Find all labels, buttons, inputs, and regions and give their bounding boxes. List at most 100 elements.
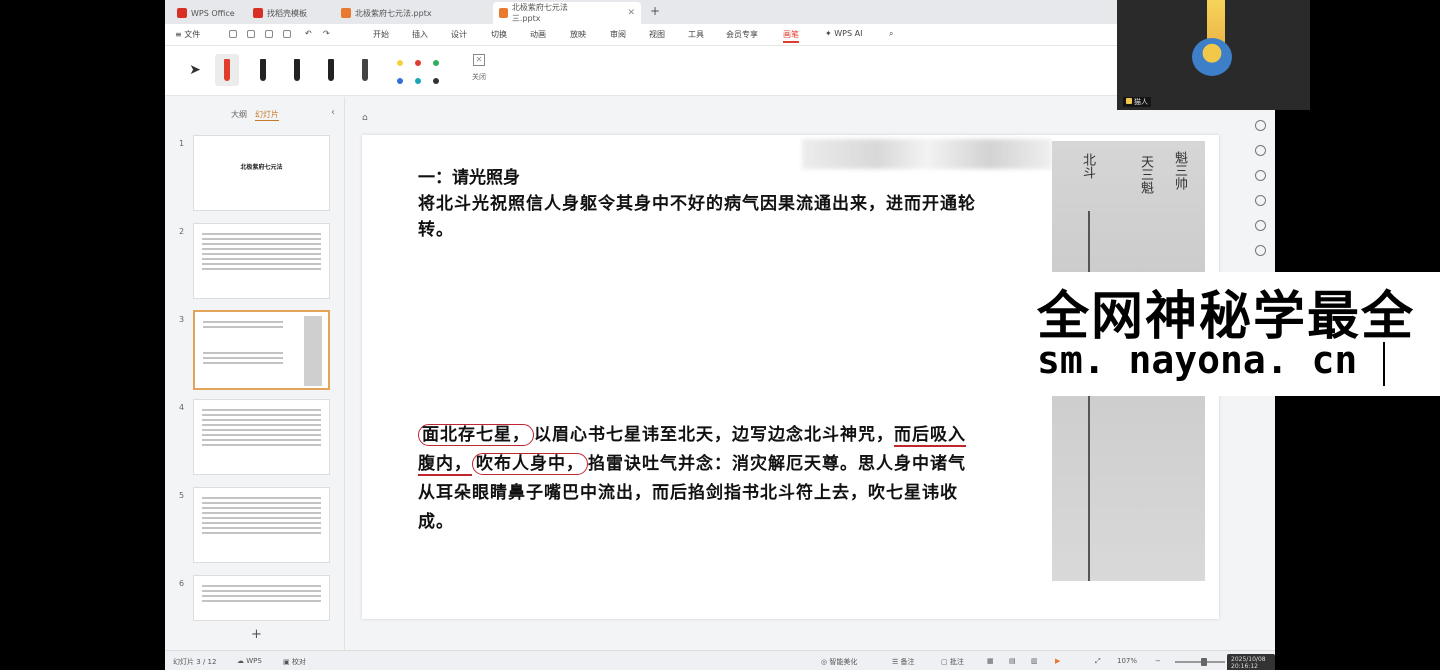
pen-tool-1[interactable] xyxy=(251,54,275,86)
pen-icon xyxy=(294,59,300,81)
fit-icon[interactable]: ⤢ xyxy=(1095,657,1101,666)
scroll-text: 北斗 xyxy=(1080,153,1095,179)
slide-heading: 一：请光照身 xyxy=(418,168,520,188)
tab-pptx-1[interactable]: 北极紫府七元法.pptx xyxy=(335,2,438,24)
marker-red-tool[interactable] xyxy=(215,54,239,86)
ink-circle-2: 吹布人身中， xyxy=(472,453,588,475)
help-icon[interactable] xyxy=(1254,220,1266,231)
menu-review[interactable]: 审阅 xyxy=(610,29,626,40)
comment-button[interactable]: ▢ 批注 xyxy=(941,657,964,667)
color-red[interactable] xyxy=(415,60,421,66)
more-icon[interactable] xyxy=(1254,245,1266,256)
blurred-title xyxy=(802,139,1052,169)
close-tab-icon[interactable]: ✕ xyxy=(627,8,635,18)
redo-icon[interactable]: ↷ xyxy=(323,29,330,38)
highlighter-icon xyxy=(362,59,368,81)
reading-view-icon[interactable]: ▥ xyxy=(1031,657,1038,665)
proofread-button[interactable]: ▣ 校对 xyxy=(283,657,306,667)
beautify-label: 智能美化 xyxy=(829,658,858,666)
pen-tool-2[interactable] xyxy=(285,54,309,86)
scroll-text: 魁三帅 xyxy=(1172,151,1187,190)
normal-view-icon[interactable]: ▦ xyxy=(987,657,994,665)
collapse-panel-icon[interactable]: ‹ xyxy=(331,107,335,118)
wps-status-label: WPS xyxy=(246,657,262,665)
slide-thumb-2[interactable] xyxy=(193,223,330,299)
menu-member[interactable]: 会员专享 xyxy=(726,29,758,40)
scroll-text: 天三魁 xyxy=(1138,155,1153,194)
copy-icon[interactable] xyxy=(1254,170,1266,181)
color-green[interactable] xyxy=(433,60,439,66)
slide-thumb-4[interactable] xyxy=(193,399,330,475)
beautify-button[interactable]: ◎ 智能美化 xyxy=(821,657,857,667)
menu-design[interactable]: 设计 xyxy=(451,29,467,40)
sorter-view-icon[interactable]: ▤ xyxy=(1009,657,1016,665)
color-blue[interactable] xyxy=(397,78,403,84)
menu-tools[interactable]: 工具 xyxy=(688,29,704,40)
menu-animation[interactable]: 动画 xyxy=(530,29,546,40)
export-icon[interactable] xyxy=(247,30,255,38)
close-pen-button[interactable]: ✕ 关闭 xyxy=(467,54,491,82)
slide-number: 1 xyxy=(179,139,185,148)
wps-status-button[interactable]: ☁ WPS xyxy=(237,657,262,665)
webcam-overlay: 猫人 xyxy=(1117,0,1310,110)
edit-icon[interactable] xyxy=(1254,195,1266,206)
zoom-slider-handle[interactable] xyxy=(1201,658,1207,666)
wps-ai-button[interactable]: ✦ WPS AI xyxy=(825,29,862,38)
slide-number: 5 xyxy=(179,491,185,500)
settings-icon[interactable] xyxy=(1254,120,1266,131)
close-icon: ✕ xyxy=(473,54,485,66)
tab-pptx-active[interactable]: 北极紫府七元法三.pptx ✕ xyxy=(493,2,641,24)
notes-button[interactable]: ☰ 备注 xyxy=(892,657,915,667)
tab-label: WPS Office xyxy=(191,8,235,18)
menu-transition[interactable]: 切换 xyxy=(491,29,507,40)
zoom-level[interactable]: 107% xyxy=(1117,657,1137,665)
save-icon[interactable] xyxy=(229,30,237,38)
slide-thumb-3-selected[interactable] xyxy=(193,310,330,390)
menu-pen[interactable]: 画笔 xyxy=(783,29,799,43)
title-bar: WPS Office 找稻壳模板 北极紫府七元法.pptx 北极紫府七元法三.p… xyxy=(165,0,1275,24)
menu-bar: ≡ 文件 ↶ ↷ 开始 插入 设计 切换 动画 放映 审阅 视图 工具 会员专享… xyxy=(165,24,1275,46)
pen-tool-3[interactable] xyxy=(319,54,343,86)
menu-insert[interactable]: 插入 xyxy=(412,29,428,40)
tab-template[interactable]: 找稻壳模板 xyxy=(247,2,313,24)
print-icon[interactable] xyxy=(265,30,273,38)
tab-label: 北极紫府七元法三.pptx xyxy=(511,3,568,23)
zoom-slider[interactable] xyxy=(1175,661,1225,663)
menu-home[interactable]: 开始 xyxy=(373,29,389,40)
template-icon xyxy=(253,8,263,18)
canvas-corner-icon[interactable]: ⌂ xyxy=(362,113,368,123)
watermark-line-2: sm. nayona. cn xyxy=(1037,338,1358,382)
color-cyan[interactable] xyxy=(415,78,421,84)
pptx-icon xyxy=(341,8,351,18)
new-tab-button[interactable]: + xyxy=(650,4,660,18)
undo-icon[interactable]: ↶ xyxy=(305,29,312,38)
webcam-avatar xyxy=(1192,38,1232,76)
slide-number: 6 xyxy=(179,579,185,588)
webcam-name: 猫人 xyxy=(1134,98,1148,106)
star-icon[interactable] xyxy=(1254,145,1266,156)
file-menu[interactable]: ≡ 文件 xyxy=(175,29,200,40)
menu-view[interactable]: 视图 xyxy=(649,29,665,40)
comment-label: 批注 xyxy=(949,658,964,666)
select-arrow-icon[interactable]: ➤ xyxy=(183,54,207,86)
pen-ribbon: ➤ ✕ 关闭 xyxy=(165,46,1275,96)
highlighter-tool[interactable] xyxy=(353,54,377,86)
slide-paragraph-2: 面北存七星， 以眉心书七星讳至北天，边写边念北斗神咒，而后吸入腹内， 吹布人身中，掐… xyxy=(418,421,983,537)
color-yellow[interactable] xyxy=(397,60,403,66)
preview-icon[interactable] xyxy=(283,30,291,38)
tab-outline[interactable]: 大纲 xyxy=(231,109,247,120)
color-more[interactable] xyxy=(433,78,439,84)
tab-wps-office[interactable]: WPS Office xyxy=(171,2,241,24)
slide-thumb-6[interactable] xyxy=(193,575,330,621)
slide-thumb-5[interactable] xyxy=(193,487,330,563)
search-icon[interactable]: ⌕ xyxy=(889,29,893,39)
slide-thumb-1[interactable]: 北极紫府七元法 xyxy=(193,135,330,211)
pen-icon xyxy=(328,59,334,81)
tab-slides[interactable]: 幻灯片 xyxy=(255,109,279,121)
zoom-out-icon[interactable]: − xyxy=(1155,657,1161,665)
tab-label: 找稻壳模板 xyxy=(267,8,307,18)
menu-slideshow[interactable]: 放映 xyxy=(570,29,586,40)
slideshow-icon[interactable]: ▶ xyxy=(1055,657,1060,665)
slide-number: 2 xyxy=(179,227,185,236)
add-slide-button[interactable]: + xyxy=(251,627,262,642)
